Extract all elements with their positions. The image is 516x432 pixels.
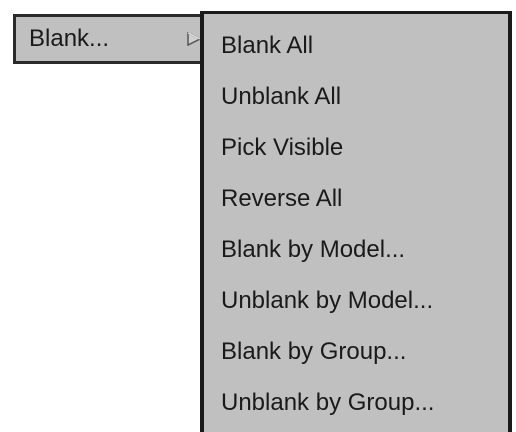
menu-item-unblank-by-model[interactable]: Unblank by Model... [204,284,508,335]
menu-item-unblank-all[interactable]: Unblank All [204,80,508,131]
menu-item-blank-by-model[interactable]: Blank by Model... [204,233,508,284]
menu-item-blank-by-group[interactable]: Blank by Group... [204,335,508,386]
menu-item-pick-visible[interactable]: Pick Visible [204,131,508,182]
blank-menu-item[interactable]: Blank... [13,14,205,64]
menu-item-reverse-all[interactable]: Reverse All [204,182,508,233]
menu-item-blank-all[interactable]: Blank All [204,29,508,80]
blank-menu-item-label: Blank... [29,25,110,52]
blank-submenu: Blank All Unblank All Pick Visible Rever… [200,11,512,432]
blank-submenu-list: Blank All Unblank All Pick Visible Rever… [204,29,508,432]
menu-item-unblank-by-group[interactable]: Unblank by Group... [204,386,508,432]
menu-stage: Blank... Blank All Unblank All Pick Visi… [0,0,516,432]
